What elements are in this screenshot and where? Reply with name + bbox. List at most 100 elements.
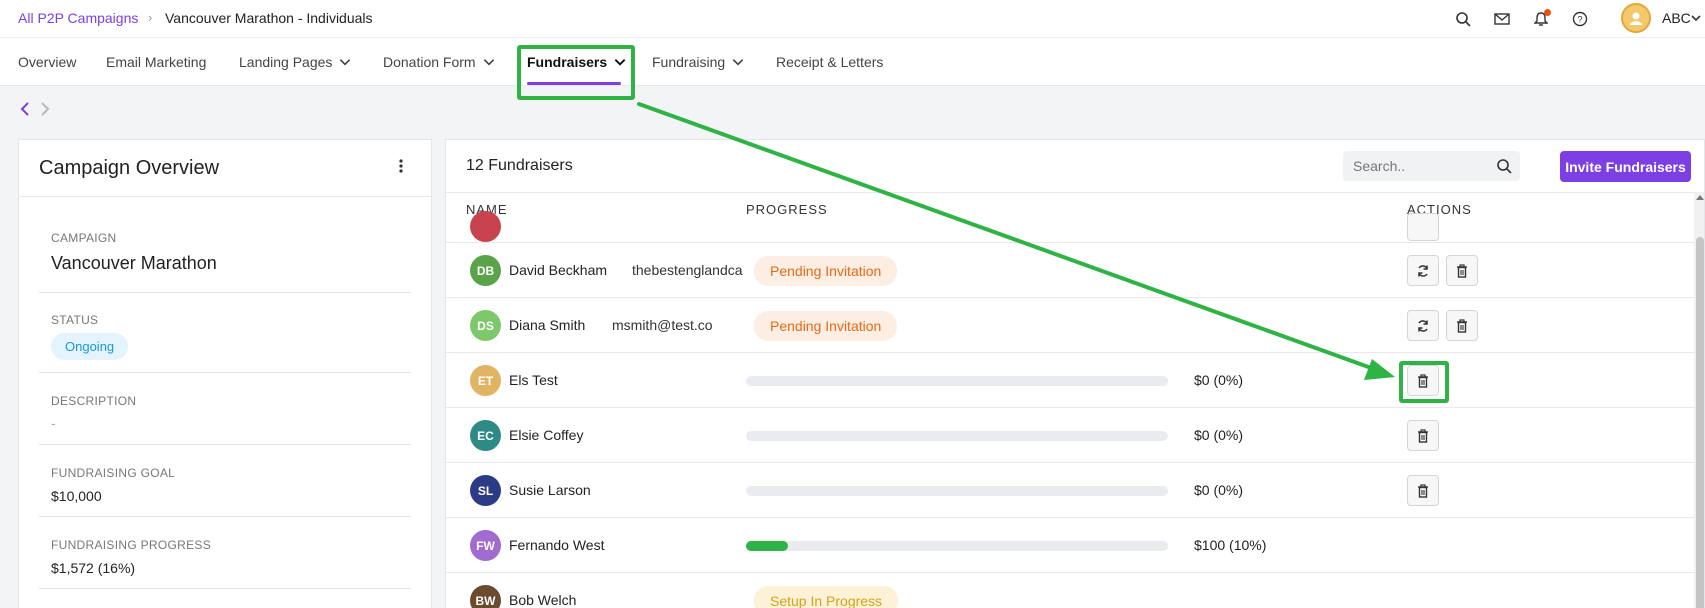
- scrollbar[interactable]: [1694, 192, 1704, 608]
- delete-button[interactable]: [1446, 310, 1478, 341]
- action-button[interactable]: [1407, 213, 1439, 241]
- tab-fundraising[interactable]: Fundraising: [652, 54, 745, 70]
- forward-arrow-icon[interactable]: [40, 102, 50, 119]
- column-header-progress: PROGRESS: [746, 202, 828, 217]
- avatar: DB: [470, 255, 501, 286]
- trash-icon: [1418, 428, 1428, 443]
- table-row[interactable]: EC Elsie Coffey $0 (0%): [446, 408, 1694, 463]
- annotation-highlight-tab: [517, 45, 635, 100]
- scroll-thumb[interactable]: [1696, 237, 1704, 608]
- tab-email-marketing[interactable]: Email Marketing: [106, 54, 206, 70]
- mail-icon[interactable]: [1492, 9, 1512, 29]
- chevron-down-icon: [340, 59, 351, 66]
- table-row[interactable]: DB David Beckham thebestenglandca Pendin…: [446, 243, 1694, 298]
- progress-bar: [746, 431, 1168, 441]
- description-label: DESCRIPTION: [51, 394, 137, 408]
- scroll-up-arrow-icon[interactable]: [1696, 195, 1704, 200]
- campaign-field: CAMPAIGN Vancouver Marathon: [39, 197, 411, 293]
- tab-receipt-letters[interactable]: Receipt & Letters: [776, 54, 883, 70]
- fundraisers-count-title: 12 Fundraisers: [466, 157, 573, 174]
- search-input[interactable]: [1343, 151, 1488, 181]
- tab-label: Email Marketing: [106, 54, 207, 70]
- table-row[interactable]: SL Susie Larson $0 (0%): [446, 463, 1694, 518]
- campaign-overview-header: Campaign Overview: [19, 140, 431, 197]
- table-row[interactable]: FW Fernando West $100 (10%): [446, 518, 1694, 573]
- fundraiser-name: Els Test: [509, 372, 558, 388]
- progress-bar: [746, 541, 1168, 551]
- invite-fundraisers-button[interactable]: Invite Fundraisers: [1560, 151, 1691, 182]
- table-row[interactable]: DS Diana Smith msmith@test.co Pending In…: [446, 298, 1694, 353]
- user-avatar[interactable]: [1621, 3, 1651, 33]
- refresh-icon: [1418, 319, 1428, 332]
- progress-label: FUNDRAISING PROGRESS: [51, 538, 212, 552]
- delete-button[interactable]: [1407, 420, 1439, 451]
- tab-label: Donation Form: [383, 54, 476, 70]
- tab-label: Fundraising: [652, 54, 726, 70]
- progress-amount: $0 (0%): [1194, 372, 1244, 388]
- more-options-icon[interactable]: [399, 158, 403, 177]
- table-row[interactable]: BW Bob Welch Setup In Progress: [446, 573, 1694, 608]
- fundraiser-email: thebestenglandca: [632, 262, 743, 278]
- refresh-icon: [1418, 264, 1428, 277]
- status-badge: Pending Invitation: [754, 311, 898, 341]
- progress-fill: [746, 541, 789, 551]
- search-icon[interactable]: [1453, 9, 1473, 29]
- tab-landing-pages[interactable]: Landing Pages: [239, 54, 352, 70]
- fundraiser-email: msmith@test.co: [612, 317, 713, 333]
- tab-donation-form[interactable]: Donation Form: [383, 54, 496, 70]
- chevron-down-icon[interactable]: [1690, 11, 1702, 27]
- avatar: SL: [470, 475, 501, 506]
- tab-label: Receipt & Letters: [776, 54, 884, 70]
- back-arrow-icon[interactable]: [20, 102, 30, 119]
- fundraiser-name: Bob Welch: [509, 592, 577, 608]
- status-badge: Ongoing: [51, 333, 129, 360]
- top-bar: All P2P Campaigns › Vancouver Marathon -…: [0, 0, 1705, 38]
- tab-bar: Overview Email Marketing Landing Pages D…: [0, 38, 1705, 86]
- annotation-highlight-delete: [1399, 361, 1449, 403]
- goal-field: FUNDRAISING GOAL $10,000: [39, 445, 411, 517]
- breadcrumb-chevron-icon: ›: [148, 10, 153, 25]
- status-label: STATUS: [51, 313, 99, 327]
- campaign-overview-title: Campaign Overview: [39, 157, 220, 179]
- avatar: FW: [470, 530, 501, 561]
- notification-badge: [1544, 9, 1551, 16]
- trash-icon: [1418, 483, 1428, 498]
- avatar: BW: [470, 585, 501, 608]
- fundraiser-name: Diana Smith: [509, 317, 586, 333]
- goal-value: $10,000: [51, 488, 102, 504]
- table-row-partial: [446, 211, 1694, 243]
- tab-overview[interactable]: Overview: [18, 54, 76, 70]
- description-field: DESCRIPTION -: [39, 373, 411, 445]
- avatar: DS: [470, 310, 501, 341]
- resend-invitation-button[interactable]: [1407, 310, 1439, 341]
- search-box: [1343, 151, 1520, 181]
- fundraisers-card: 12 Fundraisers Invite Fundraisers NAME P…: [445, 139, 1705, 608]
- table-row[interactable]: ET Els Test $0 (0%): [446, 353, 1694, 408]
- campaign-label: CAMPAIGN: [51, 231, 117, 245]
- delete-button[interactable]: [1446, 255, 1478, 286]
- bell-icon[interactable]: [1531, 9, 1551, 29]
- fundraiser-name: Fernando West: [509, 537, 605, 553]
- search-icon[interactable]: [1496, 158, 1512, 177]
- avatar: ET: [470, 365, 501, 396]
- user-name[interactable]: ABC: [1662, 10, 1691, 26]
- status-badge: Pending Invitation: [754, 256, 898, 286]
- progress-amount: $100 (10%): [1194, 537, 1267, 553]
- delete-button[interactable]: [1407, 475, 1439, 506]
- progress-value: $1,572 (16%): [51, 560, 136, 576]
- status-badge: Setup In Progress: [754, 586, 899, 608]
- resend-invitation-button[interactable]: [1407, 255, 1439, 286]
- description-value: -: [51, 415, 56, 431]
- help-icon[interactable]: ?: [1570, 9, 1590, 29]
- progress-amount: $0 (0%): [1194, 427, 1244, 443]
- divider: [446, 192, 1696, 193]
- progress-field: FUNDRAISING PROGRESS $1,572 (16%): [39, 517, 411, 589]
- goal-label: FUNDRAISING GOAL: [51, 466, 176, 480]
- tab-label: Landing Pages: [239, 54, 333, 70]
- chevron-down-icon: [483, 59, 494, 66]
- status-field: STATUS Ongoing: [39, 293, 411, 373]
- svg-text:?: ?: [1577, 15, 1582, 25]
- progress-bar: [746, 376, 1168, 386]
- history-nav: [20, 102, 50, 119]
- breadcrumb-parent-link[interactable]: All P2P Campaigns: [18, 10, 138, 26]
